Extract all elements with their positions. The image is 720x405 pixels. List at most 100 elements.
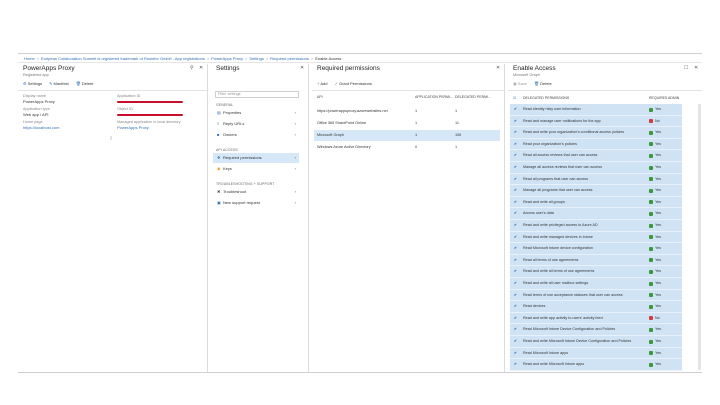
- grant-permissions-button[interactable]: ✓Grant Permissions: [335, 81, 372, 86]
- column-api[interactable]: API: [317, 93, 412, 102]
- checkmark-icon[interactable]: ✔: [514, 301, 517, 312]
- breadcrumb-app[interactable]: PowerApps Proxy: [211, 56, 243, 61]
- permission-row[interactable]: ✔ Access user's data Yes: [510, 208, 682, 220]
- add-button[interactable]: +Add: [317, 81, 327, 86]
- settings-item-new-support[interactable]: ▣ New support request ›: [213, 198, 299, 208]
- permission-name: Access user's data: [523, 211, 554, 216]
- admin-required-icon: [649, 362, 653, 367]
- expand-icon[interactable]: ∣: [110, 135, 112, 140]
- search-input[interactable]: Filter settings: [215, 91, 299, 98]
- checkmark-icon[interactable]: ✔: [514, 255, 517, 266]
- permission-row[interactable]: ✔ Read all programs that user can access Y…: [510, 173, 682, 186]
- select-all-checkbox[interactable]: ☑: [513, 94, 516, 103]
- checkmark-icon[interactable]: ✔: [514, 266, 517, 277]
- table-row[interactable]: Office 365 SharePoint Online 1 11: [314, 118, 500, 129]
- permission-row[interactable]: ✔ Read all access reviews that user can a…: [510, 150, 682, 162]
- permission-row[interactable]: ✔ Read your organization's policies Yes: [510, 138, 682, 151]
- checkmark-icon[interactable]: ✔: [514, 336, 517, 347]
- checkmark-icon[interactable]: ✔: [514, 313, 517, 324]
- scrollbar[interactable]: [698, 104, 701, 370]
- permission-row[interactable]: ✔ Read Microsoft Intune Device Configurat…: [510, 324, 682, 336]
- column-delegated-permissions[interactable]: DELEGATED PERMI...: [455, 93, 499, 102]
- breadcrumb-home[interactable]: Home: [24, 56, 35, 61]
- settings-item-required-permissions[interactable]: ❖ Required permissions ›: [213, 153, 299, 163]
- checkmark-icon[interactable]: ✔: [514, 139, 517, 150]
- divider: [312, 90, 504, 91]
- column-application-permissions[interactable]: APPLICATION PERMI...: [415, 93, 455, 102]
- checkmark-icon[interactable]: ✔: [514, 290, 517, 301]
- checkmark-icon[interactable]: ✔: [514, 232, 517, 243]
- checkmark-icon[interactable]: ✔: [514, 324, 517, 335]
- permission-row[interactable]: ✔ Read and write privileged access to Azu…: [510, 220, 682, 232]
- admin-required-icon: [649, 339, 653, 344]
- permission-row[interactable]: ✔ Read and write managed devices in Intun…: [510, 231, 682, 244]
- permission-name: Read and write your organization's condi…: [523, 130, 625, 135]
- checkmark-icon[interactable]: ✔: [514, 116, 517, 127]
- settings-item-troubleshoot[interactable]: ✖ Troubleshoot ›: [213, 187, 299, 197]
- permission-row[interactable]: ✔ Read Microsoft Intune device configurat…: [510, 243, 682, 255]
- managed-app-link[interactable]: PowerApps Proxy: [117, 125, 149, 130]
- column-delegated-permissions[interactable]: DELEGATED PERMISSIONS: [523, 94, 569, 103]
- column-requires-admin[interactable]: REQUIRES ADMIN: [649, 94, 679, 103]
- permission-row[interactable]: ✔ Read and write Microsoft Intune Device …: [510, 336, 682, 348]
- settings-item-owners[interactable]: ■ Owners ›: [213, 130, 299, 140]
- section-troubleshooting: TROUBLESHOOTING + SUPPORT: [216, 182, 275, 186]
- permission-row[interactable]: ✔ Read devices Yes: [510, 301, 682, 313]
- breadcrumb-app-registrations[interactable]: Eurlpean Collaboration Summit is registe…: [41, 56, 205, 61]
- breadcrumb-settings[interactable]: Settings: [249, 56, 263, 61]
- permission-row[interactable]: ✔ Read terms of use acceptance statuses t…: [510, 289, 682, 302]
- delete-button[interactable]: 🗑Delete: [534, 81, 552, 86]
- checkmark-icon[interactable]: ✔: [514, 220, 517, 231]
- permission-row[interactable]: ✔ Manage all programs that user can acces…: [510, 185, 682, 197]
- permission-row[interactable]: ✔ Read and manage user notifications for …: [510, 115, 682, 128]
- breadcrumb-separator: >: [206, 56, 210, 61]
- permission-row[interactable]: ✔ Read identity risky user information Yes: [510, 104, 682, 116]
- permission-row[interactable]: ✔ Manage all access reviews that user can…: [510, 162, 682, 174]
- permission-row[interactable]: ✔ Read all terms of use agreements Yes: [510, 254, 682, 267]
- breadcrumb-required-permissions[interactable]: Required permissions: [270, 56, 309, 61]
- trash-icon: 🗑: [75, 81, 81, 86]
- checkmark-icon[interactable]: ✔: [514, 278, 517, 289]
- save-button[interactable]: ▣Save: [513, 81, 527, 86]
- checkmark-icon[interactable]: ✔: [514, 185, 517, 196]
- checkmark-icon[interactable]: ✔: [514, 243, 517, 254]
- permission-row[interactable]: ✔ Read and write app activity to users' a…: [510, 312, 682, 325]
- close-icon[interactable]: ✕: [300, 65, 304, 71]
- table-row[interactable]: Windows Azure Active Directory 0 1: [314, 142, 500, 153]
- close-icon[interactable]: ✕: [694, 65, 698, 71]
- table-row[interactable]: Microsoft Graph 1 106: [314, 130, 500, 141]
- checkmark-icon[interactable]: ✔: [514, 348, 517, 359]
- checkmark-icon[interactable]: ✔: [514, 162, 517, 173]
- permission-name: Read and write privileged access to Azur…: [523, 223, 598, 227]
- manifest-button[interactable]: ✎Manifest: [49, 81, 68, 86]
- checkmark-icon[interactable]: ✔: [514, 197, 517, 208]
- delete-button[interactable]: 🗑Delete: [76, 81, 94, 86]
- display-name-value: PowerApps Proxy: [23, 99, 55, 104]
- permission-name: Read and manage user notifications for t…: [523, 118, 601, 123]
- close-icon[interactable]: ✕: [496, 65, 500, 71]
- settings-item-keys[interactable]: ◉ Keys ›: [213, 164, 299, 174]
- settings-item-reply-urls[interactable]: ≡ Reply URLs ›: [213, 119, 299, 129]
- checkmark-icon[interactable]: ✔: [514, 359, 517, 370]
- permission-name: Read Microsoft Intune device configurati…: [523, 246, 593, 251]
- permission-row[interactable]: ✔ Read and write Microsoft Intune apps Yes: [510, 359, 682, 371]
- section-general: GENERAL: [216, 103, 234, 107]
- permission-row[interactable]: ✔ Read and write all user mailbox setting…: [510, 278, 682, 290]
- table-row[interactable]: https://powerappsproxy.azurewebsites.net…: [314, 106, 500, 117]
- checkmark-icon[interactable]: ✔: [514, 174, 517, 185]
- checkmark-icon[interactable]: ✔: [514, 208, 517, 219]
- settings-button[interactable]: ⚙Settings: [23, 81, 42, 86]
- checkmark-icon[interactable]: ✔: [514, 104, 517, 115]
- settings-item-properties[interactable]: ▤ Properties ›: [213, 108, 299, 118]
- permission-row[interactable]: ✔ Read and write all terms of use agreeme…: [510, 266, 682, 278]
- checkmark-icon[interactable]: ✔: [514, 127, 517, 138]
- maximize-icon[interactable]: ☐: [684, 65, 688, 71]
- pin-icon[interactable]: ⚲: [190, 65, 194, 71]
- checkmark-icon[interactable]: ✔: [514, 150, 517, 161]
- permission-row[interactable]: ✔ Read and write your organization's cond…: [510, 127, 682, 139]
- home-page-link[interactable]: https://localhost.com: [23, 125, 59, 130]
- permission-row[interactable]: ✔ Read and write all groups Yes: [510, 196, 682, 209]
- home-page-label: Home page: [23, 120, 43, 124]
- close-icon[interactable]: ✕: [199, 65, 203, 71]
- permission-row[interactable]: ✔ Read Microsoft Intune apps Yes: [510, 347, 682, 360]
